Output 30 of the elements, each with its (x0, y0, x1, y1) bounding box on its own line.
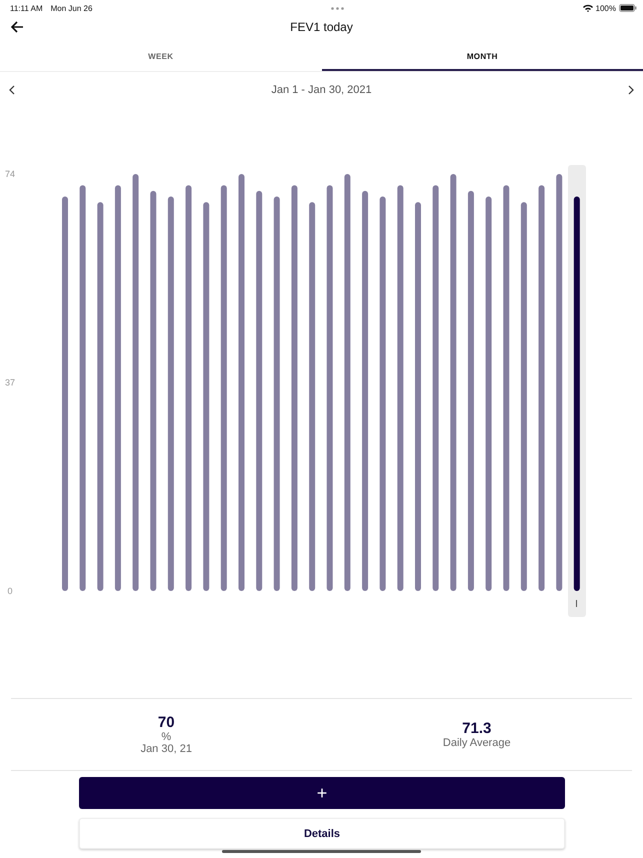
period-tab[interactable]: WEEK (0, 44, 322, 71)
more-icon (330, 6, 344, 10)
details-button[interactable]: Details (79, 818, 565, 849)
chevron-right-icon[interactable] (626, 85, 635, 95)
chart-bar[interactable] (186, 185, 192, 591)
y-axis-label: 0 (8, 586, 12, 596)
stat-value: 71.3 (462, 720, 492, 737)
chart-bar[interactable] (291, 185, 298, 591)
add-button[interactable]: + (79, 777, 565, 809)
chevron-left-icon[interactable] (8, 85, 16, 95)
screen-title: FEV1 today (290, 20, 353, 34)
chart-bar[interactable] (468, 190, 474, 591)
y-axis-label: 74 (5, 169, 15, 179)
y-axis-label: 37 (5, 378, 15, 388)
battery-icon (619, 4, 637, 12)
battery-percent: 100% (596, 4, 616, 12)
status-time: 11:11 AM (10, 4, 43, 12)
chart-bar[interactable] (114, 185, 121, 591)
wifi-icon (582, 4, 593, 12)
stat-caption: Daily Average (442, 737, 511, 749)
back-arrow-icon[interactable] (9, 19, 25, 35)
selected-tick (576, 600, 578, 607)
chart-bar[interactable] (362, 190, 368, 591)
stat-value: 70 (158, 714, 175, 731)
stat-unit: % (161, 731, 172, 743)
status-date: Mon Jun 26 (50, 4, 92, 12)
stat-caption: Jan 30, 21 (140, 743, 192, 755)
period-tab[interactable]: MONTH (322, 44, 643, 71)
chart-bar[interactable] (538, 185, 545, 591)
date-range: Jan 1 - Jan 30, 2021 (271, 84, 372, 96)
